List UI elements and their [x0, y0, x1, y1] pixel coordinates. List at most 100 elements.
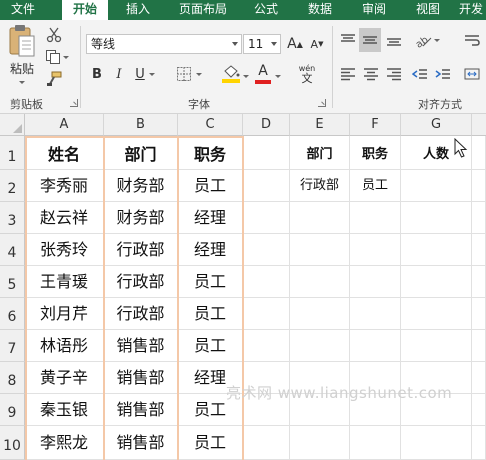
cell-h8[interactable]	[472, 362, 486, 394]
cell-b3[interactable]: 财务部	[104, 202, 178, 234]
increase-indent-button[interactable]	[433, 64, 453, 84]
cell-e5[interactable]	[290, 266, 350, 298]
paste-dropdown-icon[interactable]	[19, 81, 25, 84]
cell-h2[interactable]	[472, 170, 486, 202]
cell-d7[interactable]	[243, 330, 290, 362]
cell-b9[interactable]: 销售部	[104, 394, 178, 426]
font-size-combo[interactable]: 11	[243, 34, 281, 54]
cell-e7[interactable]	[290, 330, 350, 362]
cell-c10[interactable]: 员工	[178, 426, 243, 460]
cell-e10[interactable]	[290, 426, 350, 460]
row-header-4[interactable]: 4	[0, 234, 25, 266]
underline-dropdown-icon[interactable]	[148, 72, 155, 76]
orientation-button[interactable]: ab	[412, 30, 442, 50]
cell-a2[interactable]: 李秀丽	[25, 170, 104, 202]
cell-b7[interactable]: 销售部	[104, 330, 178, 362]
align-right-button[interactable]	[384, 64, 404, 84]
cell-c7[interactable]: 员工	[178, 330, 243, 362]
cell-d1[interactable]	[243, 136, 290, 170]
column-header-f[interactable]: F	[350, 114, 401, 136]
cell-c2[interactable]: 员工	[178, 170, 243, 202]
cell-g10[interactable]	[401, 426, 472, 460]
tab-developer[interactable]: 开发	[456, 0, 486, 20]
wrap-text-button[interactable]	[460, 30, 484, 50]
row-header-5[interactable]: 5	[0, 266, 25, 298]
phonetic-guide-button[interactable]: wén 文	[292, 62, 322, 86]
copy-dropdown-icon[interactable]	[63, 55, 69, 59]
cell-f4[interactable]	[350, 234, 401, 266]
cell-g4[interactable]	[401, 234, 472, 266]
cell-a1[interactable]: 姓名	[25, 136, 104, 170]
italic-button[interactable]: I	[110, 64, 128, 84]
row-header-9[interactable]: 9	[0, 394, 25, 426]
font-color-button[interactable]: A	[252, 62, 274, 86]
align-bottom-button[interactable]	[384, 30, 404, 50]
orientation-dropdown-icon[interactable]	[434, 38, 440, 42]
grow-font-button[interactable]: A ▲	[286, 34, 304, 54]
align-left-button[interactable]	[338, 64, 358, 84]
borders-dropdown-icon[interactable]	[196, 72, 202, 76]
cell-g5[interactable]	[401, 266, 472, 298]
row-header-2[interactable]: 2	[0, 170, 25, 202]
tab-home[interactable]: 开始	[62, 0, 108, 20]
decrease-indent-button[interactable]	[410, 64, 430, 84]
row-header-7[interactable]: 7	[0, 330, 25, 362]
cell-b4[interactable]: 行政部	[104, 234, 178, 266]
cell-b5[interactable]: 行政部	[104, 266, 178, 298]
cell-c6[interactable]: 员工	[178, 298, 243, 330]
underline-button[interactable]: U	[132, 64, 158, 84]
select-all-corner[interactable]	[0, 114, 25, 136]
tab-formulas[interactable]: 公式	[246, 0, 286, 20]
tab-page-layout[interactable]: 页面布局	[170, 0, 236, 20]
paste-button[interactable]: 粘贴	[4, 24, 40, 94]
row-header-1[interactable]: 1	[0, 136, 25, 170]
tab-insert[interactable]: 插入	[116, 0, 160, 20]
align-center-button[interactable]	[361, 64, 381, 84]
column-header-c[interactable]: C	[178, 114, 243, 136]
tab-file[interactable]: 文件	[0, 0, 46, 20]
row-header-3[interactable]: 3	[0, 202, 25, 234]
column-header-g[interactable]: G	[401, 114, 472, 136]
cell-c1[interactable]: 职务	[178, 136, 243, 170]
cell-a5[interactable]: 王青瑗	[25, 266, 104, 298]
font-name-combo[interactable]: 等线	[86, 34, 242, 54]
cell-b8[interactable]: 销售部	[104, 362, 178, 394]
column-header-d[interactable]: D	[243, 114, 290, 136]
tab-data[interactable]: 数据	[300, 0, 340, 20]
align-middle-button[interactable]	[359, 28, 381, 52]
bold-button[interactable]: B	[88, 64, 106, 84]
cell-e4[interactable]	[290, 234, 350, 266]
cell-a9[interactable]: 秦玉银	[25, 394, 104, 426]
font-launcher-icon[interactable]	[318, 99, 326, 107]
cell-h3[interactable]	[472, 202, 486, 234]
cell-g7[interactable]	[401, 330, 472, 362]
format-painter-button[interactable]	[44, 70, 64, 88]
cell-f3[interactable]	[350, 202, 401, 234]
merge-center-button[interactable]	[460, 64, 484, 84]
cell-f5[interactable]	[350, 266, 401, 298]
cell-e2[interactable]: 行政部	[290, 170, 350, 202]
cell-h5[interactable]	[472, 266, 486, 298]
cell-a7[interactable]: 林语彤	[25, 330, 104, 362]
cell-d3[interactable]	[243, 202, 290, 234]
tab-review[interactable]: 审阅	[354, 0, 394, 20]
tab-view[interactable]: 视图	[408, 0, 448, 20]
font-color-dropdown-icon[interactable]	[275, 75, 281, 78]
cell-b2[interactable]: 财务部	[104, 170, 178, 202]
cell-c5[interactable]: 员工	[178, 266, 243, 298]
cell-e3[interactable]	[290, 202, 350, 234]
cell-c3[interactable]: 经理	[178, 202, 243, 234]
cell-d4[interactable]	[243, 234, 290, 266]
cell-d5[interactable]	[243, 266, 290, 298]
cell-h9[interactable]	[472, 394, 486, 426]
column-header-a[interactable]: A	[25, 114, 104, 136]
column-header-e[interactable]: E	[290, 114, 350, 136]
cell-e1[interactable]: 部门	[290, 136, 350, 170]
column-header-b[interactable]: B	[104, 114, 178, 136]
cell-e6[interactable]	[290, 298, 350, 330]
cell-b1[interactable]: 部门	[104, 136, 178, 170]
fill-color-button[interactable]	[216, 62, 246, 86]
align-top-button[interactable]	[338, 30, 358, 50]
cell-a4[interactable]: 张秀玲	[25, 234, 104, 266]
cell-f2[interactable]: 员工	[350, 170, 401, 202]
